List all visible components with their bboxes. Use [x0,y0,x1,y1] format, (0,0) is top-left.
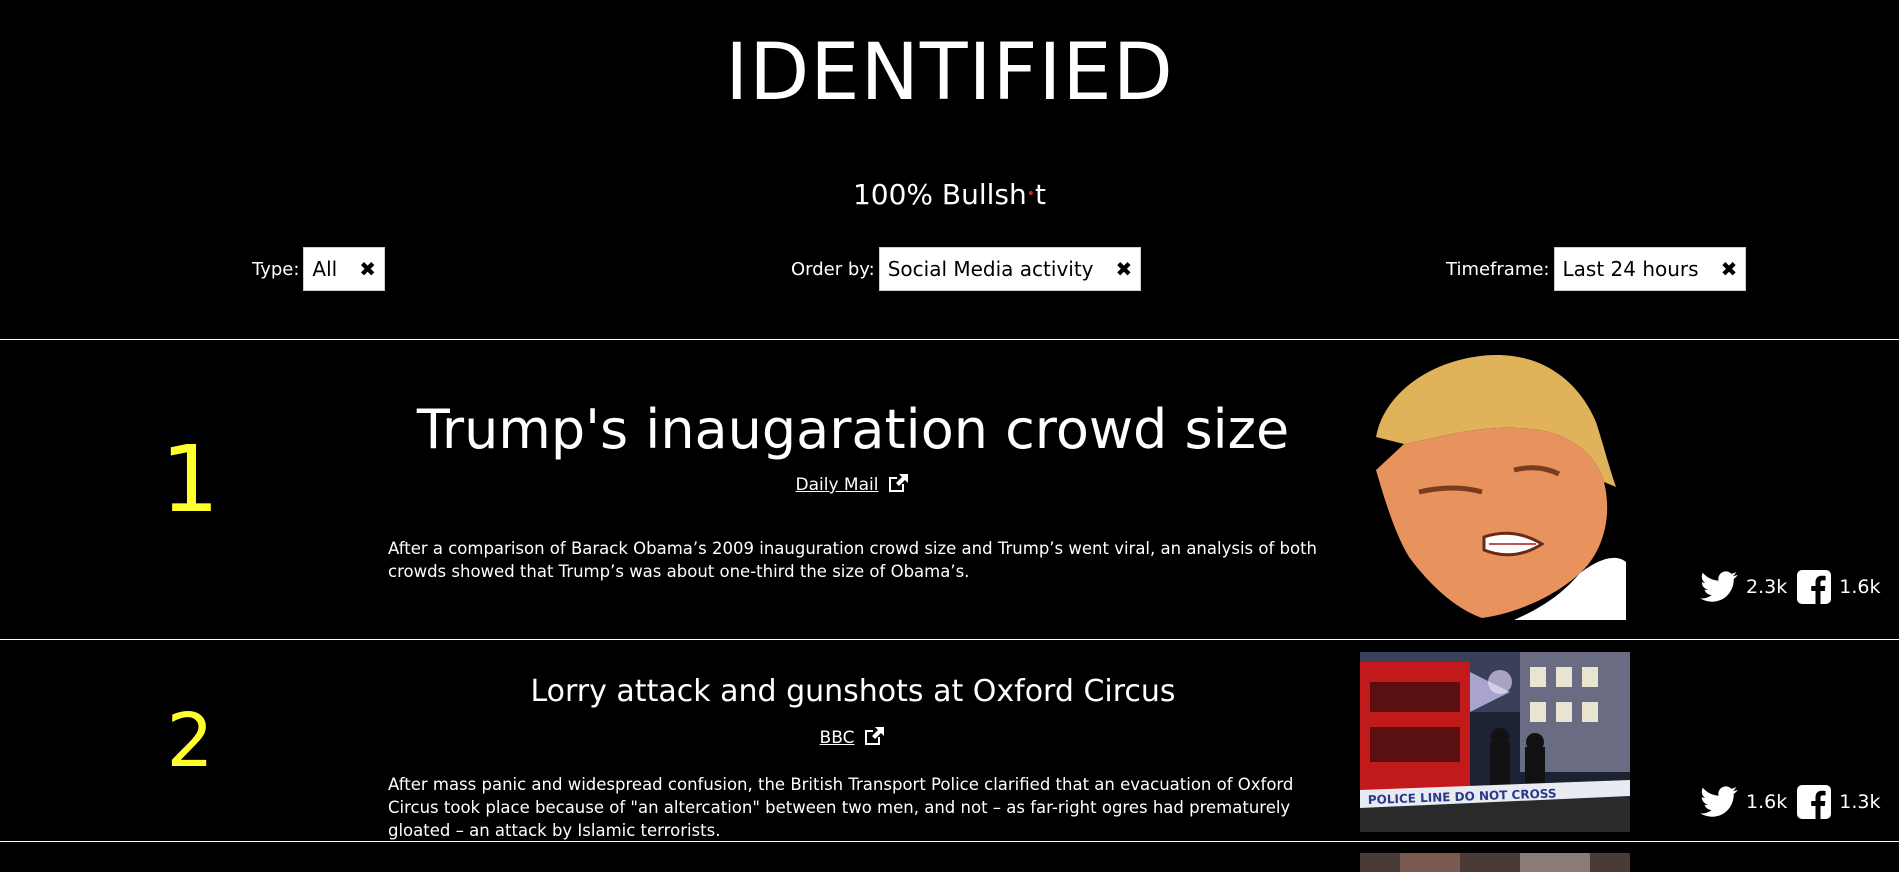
filter-order: Order by: Social Media activity ✖ [791,246,1142,292]
filter-type: Type: All ✖ [252,246,385,292]
tagline: 100% Bullsh•t [0,178,1899,211]
facebook-count: 1.6k [1839,576,1881,598]
site-title[interactable]: IDENTIFIED [0,28,1899,118]
page: IDENTIFIED 100% Bullsh•t Type: All ✖ Ord… [0,0,1899,872]
filter-type-select[interactable]: All ✖ [303,247,385,291]
story-image[interactable] [1364,352,1626,620]
filter-timeframe-value: Last 24 hours [1562,257,1699,281]
story-image[interactable]: POLICE LINE DO NOT CROSS [1360,652,1630,832]
tagline-start: 100% Bullsh [852,178,1027,211]
story-source-link[interactable]: BBC [820,728,855,748]
divider [0,339,1899,340]
social-stats: 1.6k 1.3k [1700,785,1890,819]
filter-order-value: Social Media activity [887,257,1094,281]
twitter-icon[interactable] [1700,571,1738,603]
facebook-icon[interactable] [1797,570,1832,604]
social-stats: 2.3k 1.6k [1700,570,1890,604]
story-source: BBC [388,725,1318,752]
story-source: Daily Mail [388,472,1318,499]
filter-order-label: Order by: [791,258,875,280]
tagline-dot: • [1026,186,1036,202]
filter-timeframe: Timeframe: Last 24 hours ✖ [1446,246,1747,292]
story-image[interactable] [1360,853,1630,872]
close-icon[interactable]: ✖ [1721,257,1738,281]
story-description: After a comparison of Barack Obama’s 200… [388,539,1318,581]
twitter-icon[interactable] [1700,786,1738,818]
filter-timeframe-select[interactable]: Last 24 hours ✖ [1553,247,1747,291]
tagline-end: t [1035,178,1047,211]
divider [0,841,1899,842]
filter-type-label: Type: [252,258,300,280]
filter-type-value: All [312,257,338,281]
close-icon[interactable]: ✖ [359,257,376,281]
twitter-count: 2.3k [1746,576,1788,598]
story-description: After mass panic and widespread confusio… [388,775,1294,840]
facebook-count: 1.3k [1839,791,1881,813]
close-icon[interactable]: ✖ [1116,257,1133,281]
filter-timeframe-label: Timeframe: [1446,258,1550,280]
external-link-icon[interactable] [862,725,886,752]
facebook-icon[interactable] [1797,785,1832,819]
story-rank: 1 [160,426,220,533]
filter-order-select[interactable]: Social Media activity ✖ [878,247,1142,291]
story-source-link[interactable]: Daily Mail [796,475,879,495]
story-rank: 2 [166,698,214,784]
divider [0,639,1899,640]
twitter-count: 1.6k [1746,791,1788,813]
story-title[interactable]: Lorry attack and gunshots at Oxford Circ… [388,674,1318,709]
story-title[interactable]: Trump's inaugaration crowd size [388,398,1318,461]
external-link-icon[interactable] [886,472,910,499]
